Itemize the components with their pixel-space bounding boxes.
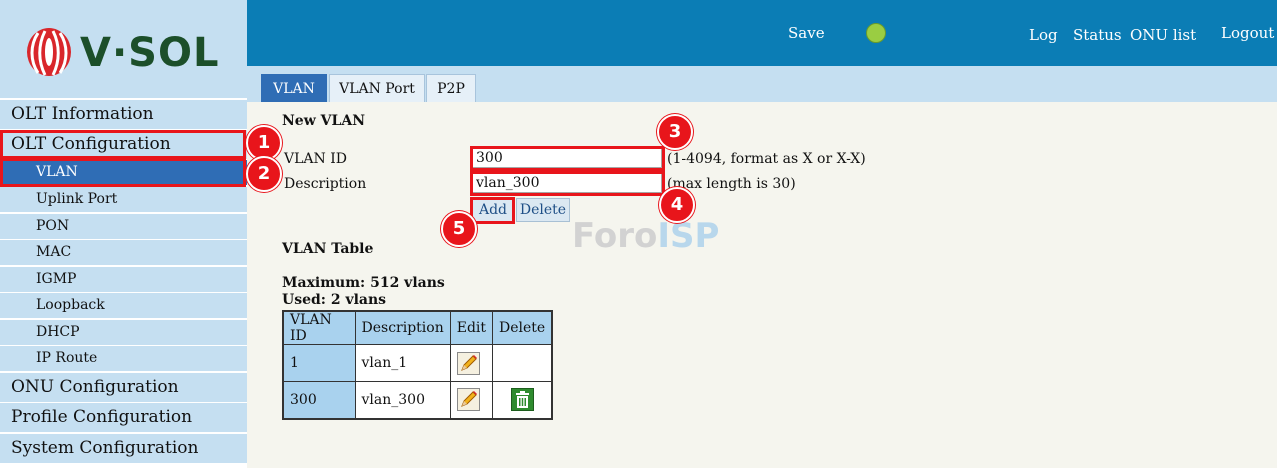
delete-button[interactable]: Delete <box>516 198 570 222</box>
tab-vlan-port[interactable]: VLAN Port <box>329 74 425 102</box>
tab-vlan[interactable]: VLAN <box>261 74 327 102</box>
annotation-badge-3: 3 <box>657 114 693 150</box>
annotation-badge-4: 4 <box>659 187 695 223</box>
watermark-isp: ISP <box>657 216 720 256</box>
watermark-foro: Foro <box>572 216 658 256</box>
table-row: 1 vlan_1 <box>282 344 553 382</box>
main-content: New VLAN VLAN ID (1-4094, format as X or… <box>247 102 1277 468</box>
tab-p2p[interactable]: P2P <box>426 74 476 102</box>
vsol-logo-icon <box>27 28 71 76</box>
top-bar: Save Log Status ONU list Logout <box>247 0 1277 66</box>
sidebar-item-olt-information[interactable]: OLT Information <box>0 100 247 129</box>
annotation-badge-5: 5 <box>441 211 477 247</box>
sidebar-subitem-loopback[interactable]: Loopback <box>0 293 247 318</box>
log-link[interactable]: Log <box>1029 26 1058 44</box>
vlan-maximum: Maximum: 512 vlans <box>282 275 445 291</box>
vlan-id-hint: (1-4094, format as X or X-X) <box>667 151 866 167</box>
delete-cell <box>492 381 553 419</box>
column-header-vlan-id: VLAN ID <box>282 310 356 345</box>
sidebar-nav: OLT Information OLT Configuration VLAN U… <box>0 98 247 468</box>
description-input[interactable] <box>471 173 662 193</box>
vlan-table: VLAN ID Description Edit Delete 1 vlan_1… <box>282 310 554 420</box>
sidebar-item-profile-configuration[interactable]: Profile Configuration <box>0 403 247 432</box>
vlan-id-cell: 1 <box>282 344 356 382</box>
edit-cell <box>449 344 494 382</box>
logo-area: V·SOL <box>0 0 247 98</box>
add-button[interactable]: Add <box>472 198 514 222</box>
table-header-row: VLAN ID Description Edit Delete <box>282 310 553 345</box>
sidebar-subitem-igmp[interactable]: IGMP <box>0 267 247 292</box>
vlan-id-input[interactable] <box>471 148 662 168</box>
annotation-badge-2: 2 <box>246 156 282 192</box>
sidebar-subitem-vlan[interactable]: VLAN <box>0 160 247 185</box>
description-label: Description <box>284 176 367 192</box>
tab-bar: VLAN VLAN Port P2P <box>247 66 1277 102</box>
onu-list-link[interactable]: ONU list <box>1130 26 1196 44</box>
description-cell: vlan_1 <box>354 344 451 382</box>
status-link[interactable]: Status <box>1073 26 1122 44</box>
vlan-used: Used: 2 vlans <box>282 292 387 308</box>
sidebar-subitem-mac[interactable]: MAC <box>0 240 247 265</box>
sidebar-item-olt-configuration[interactable]: OLT Configuration <box>0 130 247 159</box>
sidebar-subitem-uplink-port[interactable]: Uplink Port <box>0 187 247 212</box>
new-vlan-heading: New VLAN <box>282 113 365 129</box>
column-header-description: Description <box>354 310 451 345</box>
trash-icon[interactable] <box>510 388 534 412</box>
logout-link[interactable]: Logout <box>1221 24 1274 42</box>
watermark: ForoISP <box>572 216 719 256</box>
edit-cell <box>449 381 494 419</box>
column-header-edit: Edit <box>449 310 494 345</box>
edit-pencil-icon[interactable] <box>456 351 480 375</box>
description-cell: vlan_300 <box>354 381 451 419</box>
vlan-id-label: VLAN ID <box>284 151 347 167</box>
vlan-table-heading: VLAN Table <box>282 241 374 257</box>
table-row: 300 vlan_300 <box>282 381 553 419</box>
sidebar-item-system-configuration[interactable]: System Configuration <box>0 434 247 463</box>
save-link[interactable]: Save <box>788 24 825 42</box>
sidebar-item-onu-configuration[interactable]: ONU Configuration <box>0 373 247 402</box>
delete-cell <box>492 344 553 382</box>
brand-name: V·SOL <box>80 30 220 76</box>
sidebar-subitem-pon[interactable]: PON <box>0 214 247 239</box>
vlan-id-cell: 300 <box>282 381 356 419</box>
status-indicator-icon <box>866 23 886 43</box>
sidebar-subitem-ip-route[interactable]: IP Route <box>0 346 247 371</box>
edit-pencil-icon[interactable] <box>456 388 480 412</box>
column-header-delete: Delete <box>492 310 553 345</box>
sidebar-subitem-dhcp[interactable]: DHCP <box>0 320 247 345</box>
